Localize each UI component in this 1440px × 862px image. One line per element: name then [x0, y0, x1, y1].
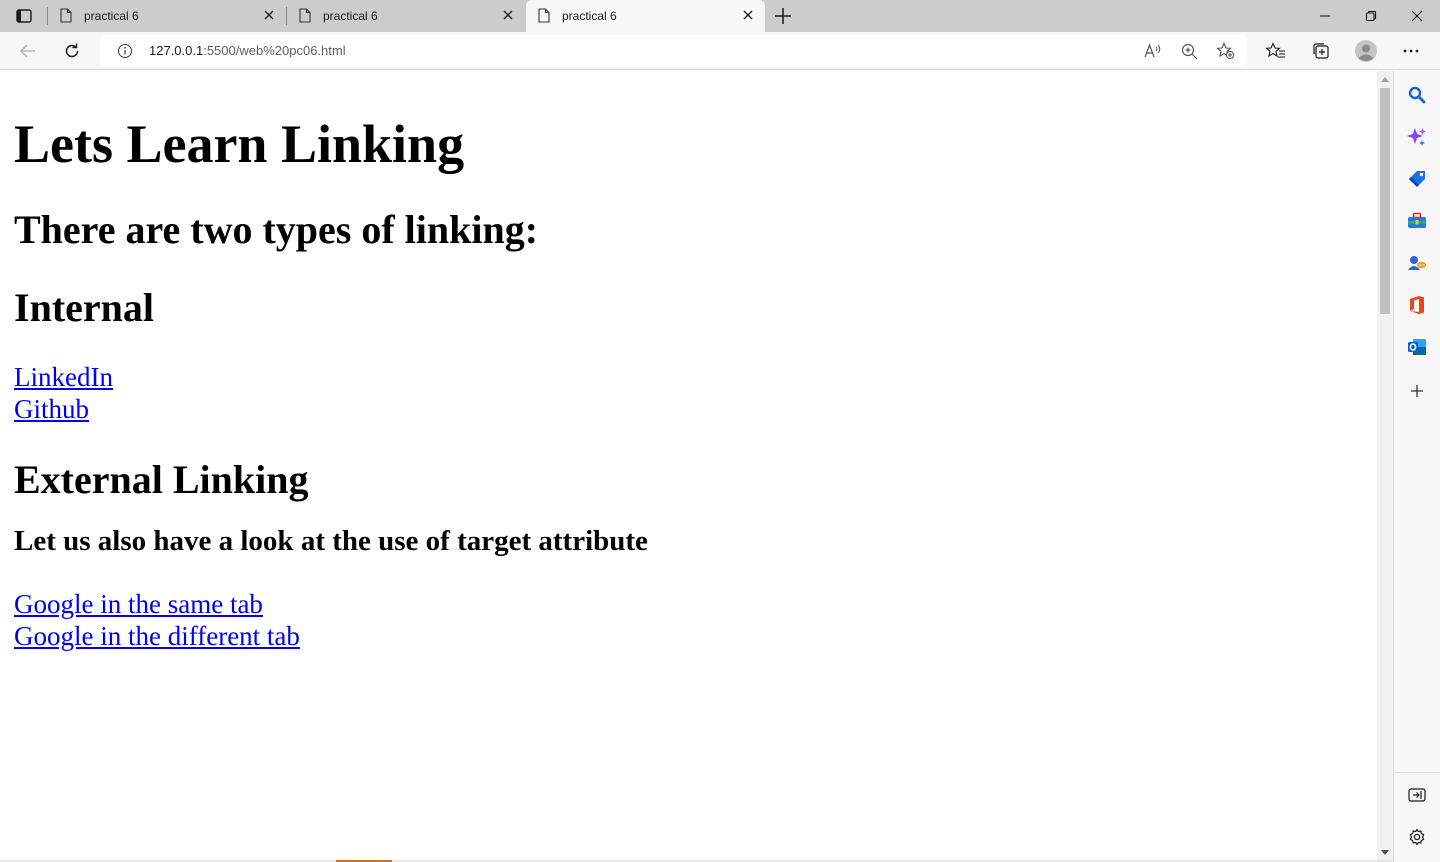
restore-icon: [1365, 10, 1377, 22]
settings-more-button[interactable]: [1398, 39, 1424, 63]
shopping-tag-icon: [1409, 171, 1425, 187]
heading-internal: Internal: [14, 285, 154, 331]
link-github[interactable]: Github: [14, 393, 89, 425]
sidebar-office-button[interactable]: [1405, 293, 1429, 317]
url-path: :5500/web%20pc06.html: [203, 43, 346, 58]
new-tab-button[interactable]: [772, 5, 794, 27]
sidebar-shopping-button[interactable]: [1405, 167, 1429, 191]
refresh-button[interactable]: [59, 39, 85, 63]
close-tab-icon[interactable]: [262, 8, 276, 22]
scroll-down-arrow-icon: [1381, 849, 1389, 855]
tab-actions-button[interactable]: [10, 7, 38, 25]
sidebar-divider: [1394, 772, 1440, 773]
minimize-icon: [1320, 15, 1330, 17]
tab-2[interactable]: practical 6: [287, 0, 525, 32]
restore-button[interactable]: [1348, 0, 1394, 32]
office-icon: [1410, 296, 1424, 314]
tab-1[interactable]: practical 6: [48, 0, 286, 32]
copilot-icon: [1407, 128, 1426, 146]
url-host: 127.0.0.1: [149, 43, 204, 58]
internal-links: LinkedIn Github: [14, 361, 1377, 425]
toolbox-icon: [1408, 212, 1426, 228]
tab-strip: practical 6 practical 6 practical 6: [0, 0, 1440, 32]
heading-types: There are two types of linking:: [14, 207, 539, 253]
edge-sidebar: [1393, 71, 1440, 862]
info-icon[interactable]: [117, 43, 133, 59]
tab-title: practical 6: [562, 9, 617, 23]
collections-button[interactable]: [1308, 39, 1334, 63]
refresh-icon: [65, 43, 79, 58]
zoom-button[interactable]: [1179, 41, 1199, 61]
favorite-star-add-icon: [1215, 42, 1234, 60]
sidebar-games-button[interactable]: [1405, 251, 1429, 275]
search-icon: [1408, 86, 1426, 104]
hide-sidebar-icon: [1408, 788, 1426, 802]
avatar: [1355, 40, 1377, 62]
add-icon: [1411, 385, 1423, 397]
page-viewport: Lets Learn Linking There are two types o…: [0, 71, 1377, 860]
sidebar-settings-button[interactable]: [1405, 825, 1429, 849]
read-aloud-button[interactable]: [1143, 41, 1163, 61]
close-tab-icon[interactable]: [741, 8, 755, 22]
browser-toolbar: 127.0.0.1:5500/web%20pc06.html: [0, 32, 1440, 70]
link-google-same-tab[interactable]: Google in the same tab: [14, 588, 263, 620]
zoom-icon: [1181, 43, 1197, 59]
heading-target: Let us also have a look at the use of ta…: [14, 525, 648, 558]
back-arrow-icon: [19, 44, 35, 58]
sidebar-add-button[interactable]: [1405, 379, 1429, 403]
games-icon: [1408, 256, 1426, 270]
heading-external: External Linking: [14, 457, 309, 503]
favorites-button[interactable]: [1263, 39, 1289, 63]
link-google-different-tab[interactable]: Google in the different tab: [14, 620, 300, 652]
sidebar-outlook-button[interactable]: [1405, 335, 1429, 359]
hide-sidebar-button[interactable]: [1405, 783, 1429, 807]
external-links: Google in the same tab Google in the dif…: [14, 588, 1377, 652]
minimize-button[interactable]: [1302, 0, 1348, 32]
url-text[interactable]: 127.0.0.1:5500/web%20pc06.html: [149, 43, 346, 58]
vertical-scrollbar[interactable]: [1377, 71, 1393, 860]
page-icon: [538, 8, 550, 23]
close-tab-icon[interactable]: [501, 8, 515, 22]
favorites-icon: [1266, 42, 1285, 58]
sidebar-copilot-button[interactable]: [1405, 125, 1429, 149]
tab-3-active[interactable]: practical 6: [526, 0, 765, 32]
plus-icon: [775, 8, 791, 24]
page-title: Lets Learn Linking: [14, 114, 465, 174]
scroll-thumb[interactable]: [1380, 88, 1390, 314]
sidebar-search-button[interactable]: [1405, 83, 1429, 107]
page-icon: [299, 8, 311, 23]
add-favorite-button[interactable]: [1215, 41, 1235, 61]
close-window-button[interactable]: [1394, 0, 1440, 32]
page-body: Lets Learn Linking There are two types o…: [0, 71, 1377, 652]
profile-button[interactable]: [1353, 39, 1379, 63]
tab-actions-icon: [16, 9, 32, 23]
address-bar[interactable]: 127.0.0.1:5500/web%20pc06.html: [100, 35, 1247, 66]
scroll-down-button[interactable]: [1377, 844, 1393, 860]
read-aloud-icon: [1144, 43, 1161, 58]
close-icon: [1411, 10, 1423, 22]
link-linkedin[interactable]: LinkedIn: [14, 361, 113, 393]
scroll-up-arrow-icon: [1381, 76, 1389, 82]
collections-icon: [1313, 43, 1329, 59]
gear-icon: [1409, 828, 1425, 846]
tab-title: practical 6: [84, 9, 139, 23]
outlook-icon: [1408, 339, 1426, 355]
scroll-up-button[interactable]: [1377, 71, 1393, 87]
tab-title: practical 6: [323, 9, 378, 23]
back-button[interactable]: [15, 39, 41, 63]
sidebar-tools-button[interactable]: [1405, 209, 1429, 233]
more-icon: [1403, 49, 1419, 53]
page-icon: [60, 8, 72, 23]
